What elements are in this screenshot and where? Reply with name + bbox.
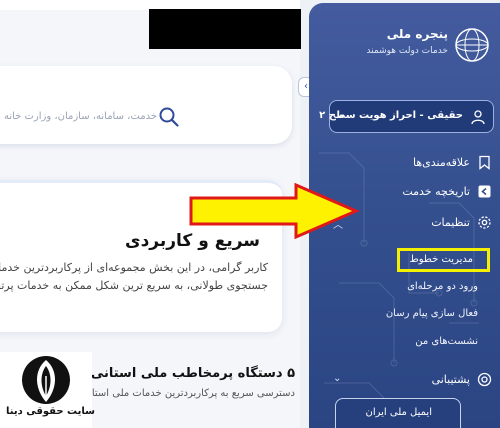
submenu-item-manage-lines[interactable]: مدیریت خطوط: [396, 248, 490, 272]
national-email-card[interactable]: ایمیل ملی ایران: [335, 398, 461, 428]
sidebar-item-label: علاقه‌مندی‌ها: [412, 156, 470, 169]
sidebar-item-label: تنظیمات: [431, 216, 470, 229]
user-account-selector[interactable]: حقیقی - احراز هویت سطح ۲ ⌄: [319, 100, 494, 133]
arrow-annotation-icon: [189, 182, 360, 240]
search-input[interactable]: خدمت، سامانه، سازمان، وزارت خانه م: [0, 111, 157, 122]
user-icon: [471, 110, 485, 125]
pen-nib-logo-icon: [22, 356, 70, 404]
section-subtitle: دسترسی سریع به پرکاربردترین خدمات ملی اس…: [90, 388, 295, 399]
sidebar-item-label: تاریخچه خدمت: [402, 185, 470, 198]
card-description-line: کاربر گرامی، در این بخش مجموعه‌ای از پرک…: [0, 261, 268, 274]
search-box[interactable]: خدمت، سامانه، سازمان، وزارت خانه م: [0, 66, 292, 144]
brand-title: پنجره ملی: [386, 27, 448, 41]
history-icon: [478, 185, 491, 198]
sidebar-item-label: پشتیبانی: [431, 373, 470, 386]
sidebar-item-favorites[interactable]: علاقه‌مندی‌ها: [329, 153, 494, 173]
bookmark-icon: [479, 155, 490, 170]
watermark-logo: سایت حقوقی دینا: [0, 352, 95, 428]
watermark-text: سایت حقوقی دینا: [6, 406, 95, 417]
chevron-down-icon: ⌄: [333, 373, 342, 384]
gear-icon: [478, 216, 491, 229]
national-email-label: ایمیل ملی ایران: [365, 407, 433, 418]
submenu-item-messenger-activation[interactable]: فعال سازی پیام رسان: [386, 308, 478, 319]
support-icon: [477, 372, 492, 387]
brand-logo-icon: [455, 28, 489, 62]
redaction-box: [149, 9, 301, 49]
search-icon[interactable]: [158, 106, 180, 128]
section-title: ۵ دستگاه پرمخاطب ملی استانی: [90, 366, 295, 381]
brand-subtitle: خدمات دولت هوشمند: [366, 46, 448, 56]
sidebar-item-support[interactable]: پشتیبانی ⌄: [329, 370, 494, 390]
submenu-item-two-factor[interactable]: ورود دو مرحله‌ای: [407, 281, 478, 292]
card-description-line: جستجوی طولانی، به سریع ترین شکل ممکن به …: [0, 279, 268, 292]
chevron-down-icon: ⌄: [338, 109, 347, 120]
submenu-item-my-sessions[interactable]: نشست‌های من: [415, 336, 478, 347]
